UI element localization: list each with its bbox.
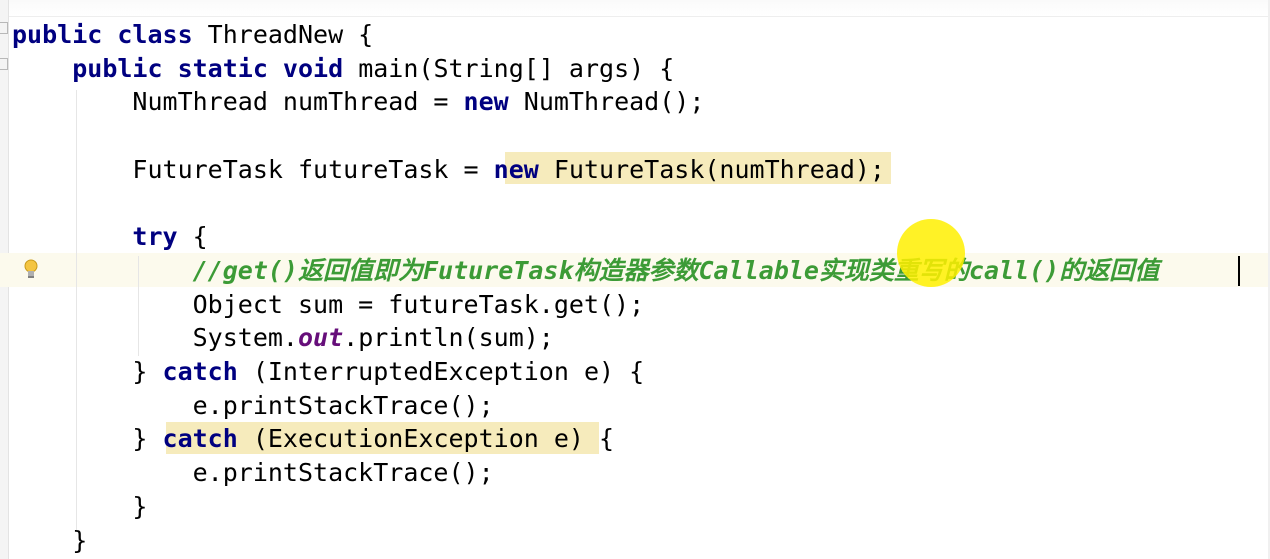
- mouse-cursor-highlight: [897, 219, 965, 287]
- code-token: FutureTask futureTask =: [12, 155, 494, 184]
- code-token: }: [12, 357, 163, 386]
- fold-marker-class[interactable]: [0, 22, 8, 34]
- code-line[interactable]: NumThread numThread = new NumThread();: [12, 85, 704, 119]
- code-token: catch: [162, 424, 253, 453]
- code-token: NumThread();: [523, 87, 705, 116]
- fold-marker-method[interactable]: [0, 58, 8, 70]
- code-token: NumThread numThread =: [12, 87, 464, 116]
- code-token: main(String[] args) {: [358, 54, 675, 83]
- code-line[interactable]: System.out.println(sum);: [12, 321, 554, 355]
- code-token: ThreadNew {: [207, 20, 374, 49]
- code-token: Object sum = futureTask.get();: [12, 290, 645, 319]
- code-line[interactable]: e.printStackTrace();: [12, 456, 494, 490]
- code-token: {: [192, 222, 208, 251]
- editor-top-strip: [0, 0, 1270, 17]
- code-token: e.printStackTrace();: [12, 458, 494, 487]
- code-token: public class: [12, 20, 208, 49]
- code-token: (ExecutionException e) {: [252, 424, 615, 453]
- code-token: new: [493, 155, 554, 184]
- code-line[interactable]: }: [12, 490, 147, 524]
- code-token: //get()返回值即为FutureTask构造器参数Callable实现类重写…: [192, 256, 1160, 285]
- code-token: }: [12, 526, 88, 555]
- code-line[interactable]: Object sum = futureTask.get();: [12, 288, 645, 322]
- code-token: FutureTask(numThread);: [553, 155, 885, 184]
- code-line[interactable]: e.printStackTrace();: [12, 389, 494, 423]
- code-token: new: [463, 87, 524, 116]
- code-line[interactable]: }: [12, 524, 87, 558]
- code-token: .println(sum);: [343, 323, 554, 352]
- code-line[interactable]: } catch (ExecutionException e) {: [12, 422, 614, 456]
- code-token: }: [12, 424, 163, 453]
- code-line[interactable]: try {: [12, 220, 208, 254]
- code-line[interactable]: FutureTask futureTask = new FutureTask(n…: [12, 153, 885, 187]
- code-token: }: [12, 492, 148, 521]
- code-token: try: [132, 222, 193, 251]
- code-token: public static void: [72, 54, 359, 83]
- code-line[interactable]: } catch (InterruptedException e) {: [12, 355, 644, 389]
- code-token: e.printStackTrace();: [12, 391, 494, 420]
- code-line[interactable]: public static void main(String[] args) {: [12, 52, 674, 86]
- code-editor[interactable]: public class ThreadNew { public static v…: [0, 0, 1270, 559]
- code-token: out: [297, 323, 344, 352]
- code-token: catch: [162, 357, 253, 386]
- text-caret: [1238, 256, 1240, 286]
- code-token: (InterruptedException e) {: [252, 357, 645, 386]
- code-line[interactable]: public class ThreadNew {: [12, 18, 373, 52]
- code-token: System.: [12, 323, 298, 352]
- code-line[interactable]: //get()返回值即为FutureTask构造器参数Callable实现类重写…: [12, 254, 1160, 288]
